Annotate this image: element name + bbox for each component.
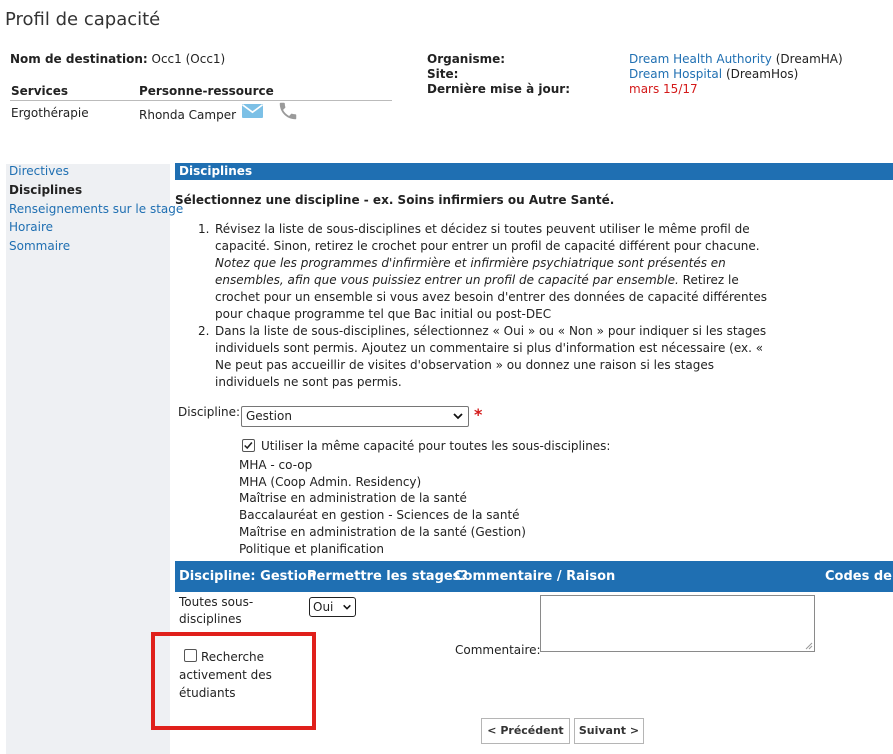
same-capacity-label: Utiliser la même capacité pour toutes le… — [261, 439, 611, 453]
organization-label: Organisme: — [427, 52, 506, 66]
discipline-label: Discipline: — [178, 405, 241, 419]
checkmark-icon — [244, 442, 253, 450]
subdiscipline-item: Politique et planification — [239, 542, 384, 556]
site-link[interactable]: Dream Hospital — [629, 67, 722, 81]
org-info-values: Dream Health Authority (DreamHA) Dream H… — [629, 52, 843, 97]
resize-handle-icon[interactable] — [805, 642, 813, 650]
updated-date: mars 15/17 — [629, 82, 698, 96]
destination-label: Nom de destination: — [10, 52, 148, 66]
nav-item-summary[interactable]: Sommaire — [9, 239, 70, 253]
next-button[interactable]: Suivant > — [574, 718, 644, 744]
services-col-header: Services — [11, 84, 69, 98]
contact-col-header: Personne-ressource — [139, 84, 274, 98]
grid-col-discipline: Discipline: Gestion — [179, 569, 317, 584]
allow-stages-value: Oui — [313, 600, 334, 614]
section-bar: Disciplines — [175, 163, 893, 180]
section-subtitle: Sélectionnez une discipline - ex. Soins … — [175, 193, 615, 207]
nav-item-stage-info[interactable]: Renseignements sur le stage — [9, 202, 183, 216]
destination-value: Occ1 (Occ1) — [151, 52, 226, 66]
instructions-list: 1. Révisez la liste de sous-disciplines … — [198, 221, 773, 391]
discipline-selected-value: Gestion — [246, 409, 292, 423]
grid-row-label: Toutes sous-disciplines — [179, 595, 254, 626]
service-name: Ergothérapie — [11, 106, 89, 120]
phone-icon[interactable] — [277, 100, 299, 122]
chevron-down-icon — [343, 604, 351, 610]
contact-name: Rhonda Camper — [139, 108, 237, 122]
previous-button[interactable]: < Précédent — [481, 718, 570, 744]
comment-label: Commentaire: — [455, 643, 541, 657]
required-marker: * — [474, 405, 483, 424]
allow-stages-select[interactable]: Oui — [309, 597, 356, 617]
nav-item-schedule[interactable]: Horaire — [9, 220, 53, 234]
nav-item-directives[interactable]: Directives — [9, 164, 69, 178]
left-nav: Directives Disciplines Renseignements su… — [6, 164, 183, 754]
subdiscipline-item: MHA (Coop Admin. Residency) — [239, 475, 422, 489]
site-suffix: (DreamHos) — [725, 67, 799, 81]
same-capacity-checkbox[interactable] — [242, 439, 255, 452]
subdiscipline-item: MHA - co-op — [239, 458, 313, 472]
page-title: Profil de capacité — [5, 9, 161, 30]
subdiscipline-item: Maîtrise en administration de la santé — [239, 491, 467, 505]
nav-item-disciplines[interactable]: Disciplines — [9, 183, 82, 197]
site-label: Site: — [427, 67, 459, 81]
updated-label: Dernière mise à jour: — [427, 82, 571, 96]
grid-col-allow: Permettre les stages? — [307, 569, 468, 584]
destination: Nom de destination: Occ1 (Occ1) — [10, 52, 225, 66]
email-icon[interactable] — [242, 104, 263, 118]
comment-textarea[interactable] — [540, 595, 815, 652]
highlight-frame — [151, 632, 316, 730]
subdiscipline-item: Maîtrise en administration de la santé (… — [239, 525, 526, 539]
grid-col-codes: Codes de d — [825, 569, 893, 584]
grid-header: Discipline: Gestion Permettre les stages… — [175, 561, 893, 592]
org-info-labels: Organisme: Site: Dernière mise à jour: — [427, 52, 570, 97]
instruction-item: 1. Révisez la liste de sous-disciplines … — [198, 222, 767, 321]
instruction-item: 2. Dans la liste de sous-disciplines, sé… — [198, 324, 767, 389]
chevron-down-icon — [453, 413, 463, 420]
services-table-header: Services Personne-ressource — [10, 84, 392, 101]
organization-suffix: (DreamHA) — [775, 52, 843, 66]
discipline-select[interactable]: Gestion — [241, 406, 469, 427]
grid-col-comment: Commentaire / Raison — [454, 569, 616, 584]
organization-link[interactable]: Dream Health Authority — [629, 52, 772, 66]
subdiscipline-item: Baccalauréat en gestion - Sciences de la… — [239, 508, 520, 522]
